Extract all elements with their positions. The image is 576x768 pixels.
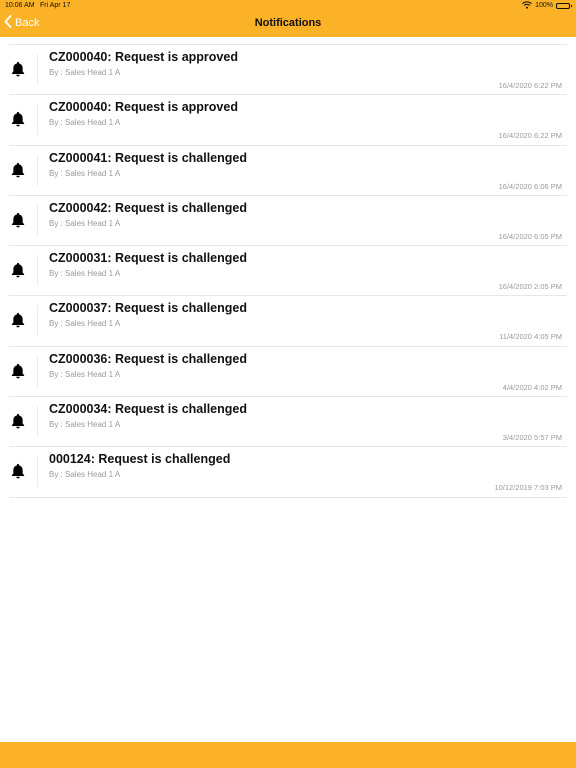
notification-author: By : Sales Head 1 A: [49, 269, 121, 279]
notification-timestamp: 16/4/2020 2:05 PM: [498, 282, 562, 292]
notification-row[interactable]: CZ000042: Request is challenged By : Sale…: [9, 196, 567, 247]
notification-title: CZ000034: Request is challenged: [49, 402, 247, 417]
notification-row[interactable]: CZ000041: Request is challenged By : Sale…: [9, 146, 567, 196]
notification-title: CZ000036: Request is challenged: [49, 351, 247, 366]
notification-list: CZ000040: Request is approved By : Sales …: [9, 44, 567, 498]
notification-row[interactable]: CZ000040: Request is approved By : Sales …: [9, 45, 567, 96]
row-divider: [37, 154, 38, 186]
notification-author: By : Sales Head 1 A: [49, 218, 121, 228]
notification-author: By : Sales Head 1 A: [49, 369, 121, 379]
bell-icon: [9, 60, 27, 78]
notification-timestamp: 3/4/2020 5:57 PM: [502, 433, 562, 443]
row-divider: [37, 204, 38, 236]
notification-row[interactable]: CZ000037: Request is challenged By : Sale…: [9, 296, 567, 347]
row-divider: [37, 355, 38, 387]
status-indicators: 100%: [522, 0, 572, 11]
notification-author: By : Sales Head 1 A: [49, 68, 121, 77]
status-time: 10:06 AM: [5, 2, 35, 9]
notification-timestamp: 16/4/2020 6:22 PM: [498, 81, 562, 90]
notification-row[interactable]: 000124: Request is challenged By : Sales …: [9, 447, 567, 498]
notification-author: By : Sales Head 1 A: [49, 168, 121, 178]
notification-title: CZ000031: Request is challenged: [49, 251, 247, 266]
bell-icon: [9, 211, 27, 229]
notification-title: CZ000042: Request is challenged: [49, 200, 247, 215]
notification-author: By : Sales Head 1 A: [49, 470, 121, 480]
bell-icon: [9, 110, 27, 128]
battery-percentage: 100%: [535, 2, 553, 9]
notification-title: CZ000041: Request is challenged: [49, 150, 247, 165]
row-divider: [37, 456, 38, 488]
notification-timestamp: 16/4/2020 6:05 PM: [498, 231, 562, 241]
notification-timestamp: 4/4/2020 4:02 PM: [502, 382, 562, 392]
notification-timestamp: 10/12/2019 7:03 PM: [494, 483, 562, 493]
notification-timestamp: 11/4/2020 4:05 PM: [499, 332, 562, 342]
notification-author: By : Sales Head 1 A: [49, 420, 121, 430]
notification-row[interactable]: CZ000036: Request is challenged By : Sale…: [9, 347, 567, 398]
bottom-bar: [0, 742, 576, 768]
bell-icon: [9, 412, 27, 430]
status-date: Fri Apr 17: [40, 2, 71, 9]
bell-icon: [9, 261, 27, 279]
navigation-bar: 10:06 AM Fri Apr 17 100% Back Notificati…: [0, 0, 576, 37]
row-divider: [37, 255, 38, 287]
notification-title: CZ000040: Request is approved: [49, 50, 238, 64]
row-divider: [37, 305, 38, 337]
notification-timestamp: 16/4/2020 6:22 PM: [498, 131, 562, 141]
battery-icon: [556, 2, 572, 9]
notification-row[interactable]: CZ000040: Request is approved By : Sales …: [9, 95, 567, 146]
notification-title: 000124: Request is challenged: [49, 452, 231, 467]
wifi-icon: [522, 0, 532, 11]
row-divider: [37, 54, 38, 85]
page-title: Notifications: [254, 17, 322, 29]
notification-author: By : Sales Head 1 A: [49, 319, 121, 329]
bell-icon: [9, 462, 27, 480]
bell-icon: [9, 311, 27, 329]
notification-title: CZ000040: Request is approved: [49, 100, 238, 115]
row-divider: [37, 406, 38, 438]
notification-timestamp: 16/4/2020 6:06 PM: [498, 181, 562, 191]
bell-icon: [9, 362, 27, 380]
notification-author: By : Sales Head 1 A: [49, 118, 121, 128]
row-divider: [37, 104, 38, 136]
notification-row[interactable]: CZ000034: Request is challenged By : Sale…: [9, 397, 567, 448]
bell-icon: [9, 161, 27, 179]
notification-row[interactable]: CZ000031: Request is challenged By : Sale…: [9, 246, 567, 297]
notification-title: CZ000037: Request is challenged: [49, 301, 247, 316]
